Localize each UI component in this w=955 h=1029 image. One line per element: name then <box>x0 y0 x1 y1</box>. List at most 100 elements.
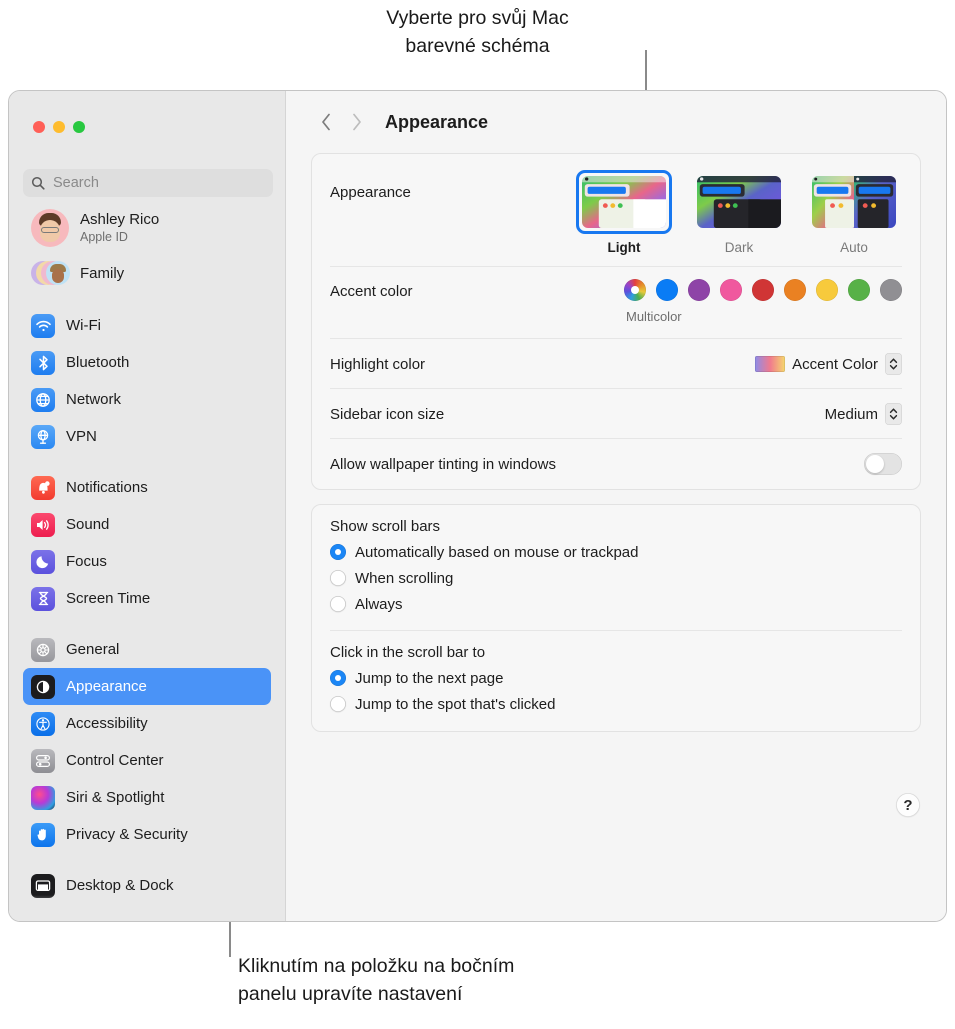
radio-label: Always <box>355 596 403 613</box>
radio-button[interactable] <box>330 570 346 586</box>
sidebar-item-label: Appearance <box>66 678 147 695</box>
accent-color-row: Accent color Multicolor <box>312 267 920 339</box>
appearance-option-light[interactable]: Light <box>576 170 672 255</box>
sidebar-item-general[interactable]: General <box>23 631 271 668</box>
radio-label: Jump to the spot that's clicked <box>355 696 555 713</box>
sidebar-item-desktop-dock[interactable]: Desktop & Dock <box>23 867 271 904</box>
accent-swatch-orange[interactable] <box>784 279 806 301</box>
sidebar-item-label: Bluetooth <box>66 354 129 371</box>
sidebar-item-notifications[interactable]: Notifications <box>23 469 271 506</box>
radio-button[interactable] <box>330 544 346 560</box>
callout-top-text: Vyberte pro svůj Mac barevné schéma <box>0 4 955 60</box>
accent-swatch-red[interactable] <box>752 279 774 301</box>
accent-swatch-purple[interactable] <box>688 279 710 301</box>
sidebar-item-screen-time[interactable]: Screen Time <box>23 580 271 617</box>
sidebar-item-accessibility[interactable]: Accessibility <box>23 705 271 742</box>
page-title: Appearance <box>385 112 488 133</box>
highlight-color-row: Highlight color Accent Color <box>312 339 920 389</box>
sidebar-item-focus[interactable]: Focus <box>23 543 271 580</box>
radio-option-spot-clicked[interactable]: Jump to the spot that's clicked <box>330 691 902 717</box>
sidebar-item-apple-id[interactable]: Ashley Rico Apple ID <box>23 203 271 253</box>
appearance-option-dark[interactable]: Dark <box>691 170 787 255</box>
accent-swatch-blue[interactable] <box>656 279 678 301</box>
sidebar-item-label: Notifications <box>66 479 148 496</box>
accent-swatch-multicolor[interactable] <box>624 279 646 301</box>
accent-color-label: Accent color <box>330 279 413 300</box>
sidebar-item-control-center[interactable]: Control Center <box>23 742 271 779</box>
sidebar-item-wi-fi[interactable]: Wi-Fi <box>23 307 271 344</box>
highlight-color-label: Highlight color <box>330 356 425 373</box>
sidebar-item-label: Focus <box>66 553 107 570</box>
radio-button[interactable] <box>330 596 346 612</box>
highlight-color-popup[interactable]: Accent Color <box>755 353 902 375</box>
appearance-icon <box>31 675 55 699</box>
sidebar: Ashley Rico Apple ID Family <box>9 91 286 921</box>
radio-option-when-scrolling[interactable]: When scrolling <box>330 565 902 591</box>
sliders-icon <box>31 749 55 773</box>
radio-label: When scrolling <box>355 570 453 587</box>
forward-chevron-icon[interactable] <box>341 107 371 137</box>
wallpaper-tinting-row: Allow wallpaper tinting in windows <box>312 439 920 489</box>
sidebar-item-network[interactable]: Network <box>23 381 271 418</box>
gear-icon <box>31 638 55 662</box>
appearance-option-label: Light <box>608 240 641 255</box>
toggle-knob <box>866 455 884 473</box>
bluetooth-icon <box>31 351 55 375</box>
sidebar-item-privacy-security[interactable]: Privacy & Security <box>23 816 271 853</box>
accessibility-icon <box>31 712 55 736</box>
sidebar-item-sound[interactable]: Sound <box>23 506 271 543</box>
moon-icon <box>31 550 55 574</box>
appearance-option-auto[interactable]: Auto <box>806 170 902 255</box>
sidebar-item-label: VPN <box>66 428 97 445</box>
accent-swatch-graphite[interactable] <box>880 279 902 301</box>
sidebar-item-label: Sound <box>66 516 109 533</box>
wallpaper-tinting-toggle[interactable] <box>864 453 902 475</box>
sidebar-item-family[interactable]: Family <box>23 253 271 293</box>
radio-button[interactable] <box>330 670 346 686</box>
accent-swatch-yellow[interactable] <box>816 279 838 301</box>
help-button[interactable]: ? <box>896 793 920 817</box>
highlight-color-value: Accent Color <box>792 356 878 373</box>
sidebar-list: Ashley Rico Apple ID Family <box>9 203 285 921</box>
search-input[interactable] <box>51 174 265 192</box>
show-scroll-bars-label: Show scroll bars <box>330 518 902 535</box>
close-button[interactable] <box>33 121 45 133</box>
accent-swatch-green[interactable] <box>848 279 870 301</box>
chevron-up-down-icon <box>885 353 902 375</box>
dark-preview-image <box>697 176 781 228</box>
appearance-option-label: Dark <box>725 240 754 255</box>
radio-button[interactable] <box>330 696 346 712</box>
sidebar-item-label: Privacy & Security <box>66 826 188 843</box>
sidebar-item-label: Accessibility <box>66 715 148 732</box>
accent-swatch-pink[interactable] <box>720 279 742 301</box>
sidebar-item-label: Wi-Fi <box>66 317 101 334</box>
desktop-icon <box>31 874 55 898</box>
sidebar-item-label: Desktop & Dock <box>66 877 174 894</box>
radio-label: Automatically based on mouse or trackpad <box>355 544 638 561</box>
sidebar-item-vpn[interactable]: VPN <box>23 418 271 455</box>
sidebar-item-appearance[interactable]: Appearance <box>23 668 271 705</box>
auto-preview-image <box>812 176 896 228</box>
wallpaper-tinting-label: Allow wallpaper tinting in windows <box>330 456 556 473</box>
sidebar-item-bluetooth[interactable]: Bluetooth <box>23 344 271 381</box>
sidebar-item-label: Control Center <box>66 752 164 769</box>
content-pane: Appearance Appearance <box>286 91 946 921</box>
sidebar-item-label: Siri & Spotlight <box>66 789 164 806</box>
zoom-button[interactable] <box>73 121 85 133</box>
sidebar-icon-size-popup[interactable]: Medium <box>825 403 902 425</box>
wifi-icon <box>31 314 55 338</box>
radio-option-automatic[interactable]: Automatically based on mouse or trackpad <box>330 539 902 565</box>
sidebar-item-siri-spotlight[interactable]: Siri & Spotlight <box>23 779 271 816</box>
sidebar-item-label: Screen Time <box>66 590 150 607</box>
radio-label: Jump to the next page <box>355 670 503 687</box>
minimize-button[interactable] <box>53 121 65 133</box>
search-field[interactable] <box>23 169 273 197</box>
radio-option-next-page[interactable]: Jump to the next page <box>330 665 902 691</box>
back-chevron-icon[interactable] <box>311 107 341 137</box>
appearance-option-label: Auto <box>840 240 868 255</box>
sidebar-icon-size-value: Medium <box>825 406 878 423</box>
chevron-up-down-icon <box>885 403 902 425</box>
accent-color-caption: Multicolor <box>626 309 682 324</box>
click-scroll-bar-block: Click in the scroll bar to Jump to the n… <box>312 631 920 731</box>
radio-option-always[interactable]: Always <box>330 591 902 617</box>
